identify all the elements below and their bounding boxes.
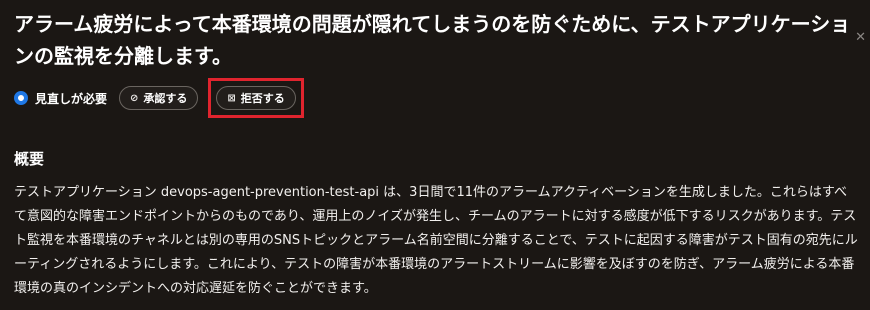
summary-heading: 概要 — [14, 150, 45, 168]
close-icon[interactable]: ✕ — [855, 30, 866, 45]
status-label: 見直しが必要 — [35, 91, 108, 106]
status-dot-icon — [14, 91, 28, 105]
approve-button-label: 承認する — [143, 92, 188, 105]
check-circle-icon: ⊘ — [130, 92, 139, 104]
approve-button[interactable]: ⊘ 承認する — [119, 86, 199, 110]
reject-button-label: 拒否する — [240, 92, 285, 105]
reject-highlight-box: ⊠ 拒否する — [208, 78, 304, 118]
recommendation-panel: アラーム疲労によって本番環境の問題が隠れてしまうのを防ぐために、テストアプリケー… — [0, 0, 870, 310]
action-row: 見直しが必要 ⊘ 承認する ⊠ 拒否する — [14, 78, 870, 118]
x-square-icon: ⊠ — [227, 92, 236, 104]
page-title: アラーム疲労によって本番環境の問題が隠れてしまうのを防ぐために、テストアプリケー… — [14, 12, 851, 68]
summary-text: テストアプリケーション devops-agent-prevention-test… — [14, 185, 858, 296]
status-indicator: 見直しが必要 — [14, 90, 107, 107]
reject-button[interactable]: ⊠ 拒否する — [216, 86, 296, 110]
